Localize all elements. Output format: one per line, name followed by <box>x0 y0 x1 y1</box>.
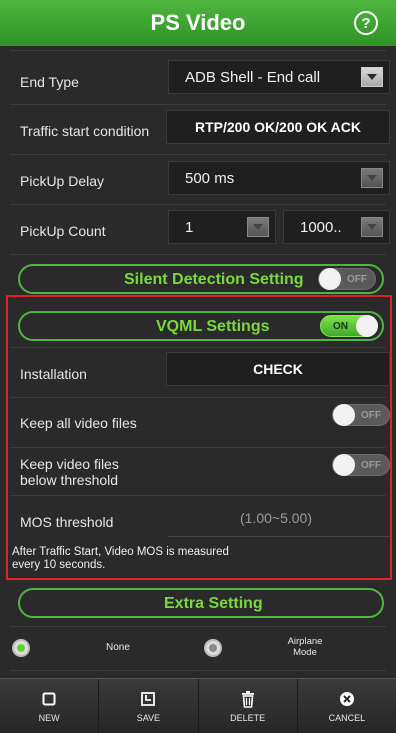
radio-airplane-label-line1: Airplane <box>287 636 323 647</box>
keep-below-label: Keep video files below threshold <box>20 456 119 488</box>
keep-below-label-line1: Keep video files <box>20 456 119 472</box>
new-icon <box>39 689 59 709</box>
save-label: SAVE <box>136 713 161 723</box>
radio-airplane-mode[interactable] <box>204 639 222 657</box>
pickup-count-dropdown[interactable]: 1 <box>168 210 276 244</box>
vqml-note-line2: every 10 seconds. <box>12 559 106 571</box>
radio-airplane-label-line2: Mode <box>293 647 317 658</box>
end-type-value: ADB Shell - End call <box>185 69 321 86</box>
mos-threshold-row: MOS threshold (1.00~5.00) <box>0 497 396 543</box>
divider <box>10 154 386 155</box>
keep-below-toggle[interactable]: OFF <box>332 454 390 476</box>
chevron-down-icon <box>361 217 383 237</box>
divider <box>10 347 386 348</box>
save-button[interactable]: SAVE <box>99 679 199 733</box>
pickup-delay-dropdown[interactable]: 500 ms <box>168 161 390 195</box>
radio-unselected-dot <box>209 644 217 652</box>
divider <box>10 447 386 448</box>
extra-setting-title: Extra Setting <box>164 595 263 612</box>
keep-all-label: Keep all video files <box>20 415 137 431</box>
chevron-down-icon <box>361 67 383 87</box>
toggle-state: ON <box>333 321 348 332</box>
cancel-label: CANCEL <box>328 713 366 723</box>
pickup-delay-label: PickUp Delay <box>20 173 105 189</box>
divider <box>10 670 386 671</box>
mos-threshold-input[interactable]: (1.00~5.00) <box>168 501 390 537</box>
save-icon <box>138 689 158 709</box>
trash-icon <box>238 689 258 709</box>
silent-detection-section[interactable]: Silent Detection Setting OFF <box>18 264 384 294</box>
radio-selected-dot <box>17 644 25 652</box>
keep-below-row: Keep video files below threshold OFF <box>0 449 396 493</box>
toggle-state: OFF <box>347 274 367 285</box>
pickup-count-max-dropdown[interactable]: 1000.. <box>283 210 390 244</box>
pickup-count-row: PickUp Count 1 1000.. <box>0 206 396 252</box>
page-title: PS Video <box>150 10 246 35</box>
toggle-knob <box>333 404 355 426</box>
toggle-knob <box>333 454 355 476</box>
divider <box>10 626 386 627</box>
silent-detection-toggle[interactable]: OFF <box>318 268 376 290</box>
divider <box>10 50 386 51</box>
divider <box>10 495 386 496</box>
vqml-section[interactable]: VQML Settings ON <box>18 311 384 341</box>
close-icon <box>337 689 357 709</box>
extra-setting-section[interactable]: Extra Setting <box>18 588 384 618</box>
keep-all-toggle[interactable]: OFF <box>332 404 390 426</box>
cancel-button[interactable]: CANCEL <box>298 679 396 733</box>
divider <box>10 254 386 255</box>
new-label: NEW <box>38 713 60 723</box>
delete-button[interactable]: DELETE <box>199 679 298 733</box>
end-type-dropdown[interactable]: ADB Shell - End call <box>168 60 390 94</box>
toggle-knob <box>319 268 341 290</box>
pickup-count-value: 1 <box>185 219 194 236</box>
help-icon[interactable]: ? <box>354 11 378 35</box>
divider <box>10 104 386 105</box>
pickup-delay-value: 500 ms <box>185 170 235 187</box>
check-button[interactable]: CHECK <box>166 352 390 386</box>
radio-none[interactable] <box>12 639 30 657</box>
toggle-state: OFF <box>361 460 381 471</box>
pickup-count-label: PickUp Count <box>20 223 106 239</box>
radio-airplane-label: Airplane Mode <box>278 636 332 658</box>
end-type-row: End Type ADB Shell - End call <box>0 58 396 102</box>
delete-label: DELETE <box>230 713 266 723</box>
end-type-label: End Type <box>20 74 79 90</box>
divider <box>10 397 386 398</box>
traffic-start-label: Traffic start condition <box>20 123 150 139</box>
chevron-down-icon <box>361 168 383 188</box>
toggle-knob <box>356 315 378 337</box>
mos-threshold-placeholder: (1.00~5.00) <box>240 510 312 526</box>
app-header: PS Video ? <box>0 0 396 46</box>
chevron-down-icon <box>247 217 269 237</box>
vqml-toggle[interactable]: ON <box>320 315 378 337</box>
keep-below-label-line2: below threshold <box>20 472 119 488</box>
vqml-note: After Traffic Start, Video MOS is measur… <box>12 546 229 572</box>
pickup-count-max-value: 1000.. <box>300 219 342 236</box>
keep-all-row: Keep all video files OFF <box>0 399 396 445</box>
mos-threshold-label: MOS threshold <box>20 514 114 530</box>
divider <box>10 204 386 205</box>
installation-label: Installation <box>20 366 87 382</box>
installation-row: Installation CHECK <box>0 349 396 395</box>
vqml-title: VQML Settings <box>156 318 270 335</box>
silent-detection-title: Silent Detection Setting <box>124 271 304 288</box>
pickup-delay-row: PickUp Delay 500 ms <box>0 156 396 202</box>
toggle-state: OFF <box>361 410 381 421</box>
traffic-start-button[interactable]: RTP/200 OK/200 OK ACK <box>166 110 390 144</box>
new-button[interactable]: NEW <box>0 679 100 733</box>
vqml-note-line1: After Traffic Start, Video MOS is measur… <box>12 546 229 558</box>
traffic-start-row: Traffic start condition RTP/200 OK/200 O… <box>0 106 396 152</box>
bottom-toolbar: NEW SAVE DELETE CANCEL <box>0 678 396 733</box>
radio-none-label: None <box>106 642 130 653</box>
